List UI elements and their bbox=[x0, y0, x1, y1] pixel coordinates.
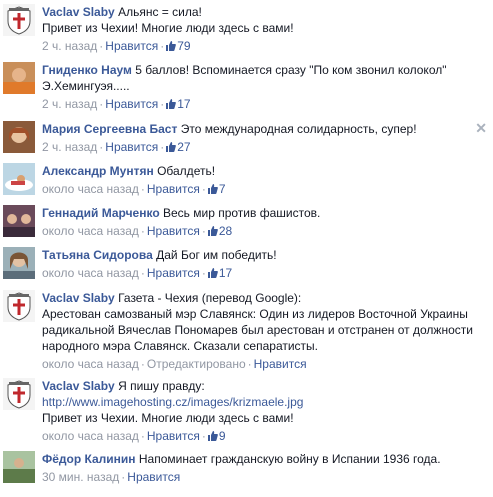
thumbs-up-icon bbox=[207, 184, 218, 194]
user-photo-icon bbox=[3, 163, 35, 195]
shield-logo-icon bbox=[3, 378, 35, 410]
author-name[interactable]: Мария Сергеевна Баст bbox=[42, 122, 177, 136]
thumbs-up-icon bbox=[166, 99, 177, 109]
like-count[interactable]: 79 bbox=[166, 39, 191, 53]
like-count[interactable]: 7 bbox=[207, 182, 226, 196]
comment-text: Обалдеть! bbox=[157, 164, 216, 178]
like-count[interactable]: 17 bbox=[166, 97, 191, 111]
like-button[interactable]: Нравится bbox=[147, 429, 200, 443]
thumbs-up-icon bbox=[207, 268, 218, 278]
like-button[interactable]: Нравится bbox=[147, 266, 200, 280]
comment-text: Э.Хемингуэя..... bbox=[42, 79, 130, 93]
timestamp[interactable]: около часа назад bbox=[42, 429, 139, 443]
author-name[interactable]: Vaclav Slaby bbox=[42, 5, 115, 19]
like-count[interactable]: 27 bbox=[166, 140, 191, 154]
user-photo-icon bbox=[3, 205, 35, 237]
like-button[interactable]: Нравится bbox=[127, 470, 180, 484]
thumbs-up-icon bbox=[207, 226, 218, 236]
timestamp[interactable]: около часа назад bbox=[42, 182, 139, 196]
timestamp[interactable]: около часа назад bbox=[42, 224, 139, 238]
avatar[interactable] bbox=[3, 378, 35, 410]
comment-text: Это международная солидарность, супер! bbox=[180, 122, 417, 136]
close-icon[interactable]: ✕ bbox=[475, 120, 487, 137]
like-button[interactable]: Нравится bbox=[105, 97, 158, 111]
thumbs-up-icon bbox=[166, 41, 177, 51]
author-name[interactable]: Vaclav Slaby bbox=[42, 379, 115, 393]
author-name[interactable]: Александр Мунтян bbox=[42, 164, 154, 178]
like-button[interactable]: Нравится bbox=[254, 357, 307, 371]
comment-text: Арестован самозваный мэр Славянск: Один … bbox=[42, 307, 468, 321]
comment-text: Альянс = сила! bbox=[118, 5, 202, 19]
timestamp[interactable]: 30 мин. назад bbox=[42, 470, 119, 484]
comment-text: народного мэра Славянск. Сказали сепарат… bbox=[42, 339, 319, 353]
avatar[interactable] bbox=[3, 290, 35, 322]
shield-logo-icon bbox=[3, 290, 35, 322]
timestamp[interactable]: 2 ч. назад bbox=[42, 39, 97, 53]
like-button[interactable]: Нравится bbox=[105, 140, 158, 154]
author-name[interactable]: Фёдор Калинин bbox=[42, 452, 136, 466]
comment-text: Газета - Чехия (перевод Google): bbox=[118, 291, 302, 305]
like-count[interactable]: 17 bbox=[207, 266, 232, 280]
comment-text: Я пишу правду: bbox=[118, 379, 205, 393]
comment-text: Напоминает гражданскую войну в Испании 1… bbox=[138, 452, 441, 466]
timestamp[interactable]: 2 ч. назад bbox=[42, 140, 97, 154]
avatar[interactable] bbox=[3, 163, 35, 195]
shield-logo-icon bbox=[3, 4, 35, 36]
user-photo-icon bbox=[3, 451, 35, 483]
comment-text: 5 баллов! Вспоминается сразу "По ком зво… bbox=[135, 63, 447, 77]
like-count[interactable]: 28 bbox=[207, 224, 232, 238]
comment-link[interactable]: http://www.imagehosting.cz/images/krizma… bbox=[42, 395, 303, 409]
avatar[interactable] bbox=[3, 121, 35, 153]
comment-text: Дай Бог им победить! bbox=[156, 248, 277, 262]
author-name[interactable]: Татьяна Сидорова bbox=[42, 248, 153, 262]
like-button[interactable]: Нравится bbox=[147, 182, 200, 196]
thumbs-up-icon bbox=[207, 431, 218, 441]
edited-label[interactable]: Отредактировано bbox=[147, 357, 246, 371]
comment-text: Привет из Чехии. Многие люди здесь с вам… bbox=[42, 411, 294, 425]
avatar[interactable] bbox=[3, 451, 35, 483]
timestamp[interactable]: около часа назад bbox=[42, 357, 139, 371]
author-name[interactable]: Vaclav Slaby bbox=[42, 291, 115, 305]
like-count[interactable]: 9 bbox=[207, 429, 226, 443]
avatar[interactable] bbox=[3, 205, 35, 237]
like-button[interactable]: Нравится bbox=[147, 224, 200, 238]
timestamp[interactable]: около часа назад bbox=[42, 266, 139, 280]
avatar[interactable] bbox=[3, 4, 35, 36]
comment-text: Весь мир против фашистов. bbox=[163, 206, 321, 220]
avatar[interactable] bbox=[3, 62, 35, 94]
comment-text: радикальной Вячеслав Пономарев был арест… bbox=[42, 323, 473, 337]
author-name[interactable]: Гниденко Наум bbox=[42, 63, 132, 77]
like-button[interactable]: Нравится bbox=[105, 39, 158, 53]
user-photo-icon bbox=[3, 247, 35, 279]
author-name[interactable]: Геннадий Марченко bbox=[42, 206, 160, 220]
timestamp[interactable]: 2 ч. назад bbox=[42, 97, 97, 111]
user-photo-icon bbox=[3, 62, 35, 94]
avatar[interactable] bbox=[3, 247, 35, 279]
thumbs-up-icon bbox=[166, 142, 177, 152]
comment-text: Привет из Чехии! Многие люди здесь с вам… bbox=[42, 21, 294, 35]
user-photo-icon bbox=[3, 121, 35, 153]
